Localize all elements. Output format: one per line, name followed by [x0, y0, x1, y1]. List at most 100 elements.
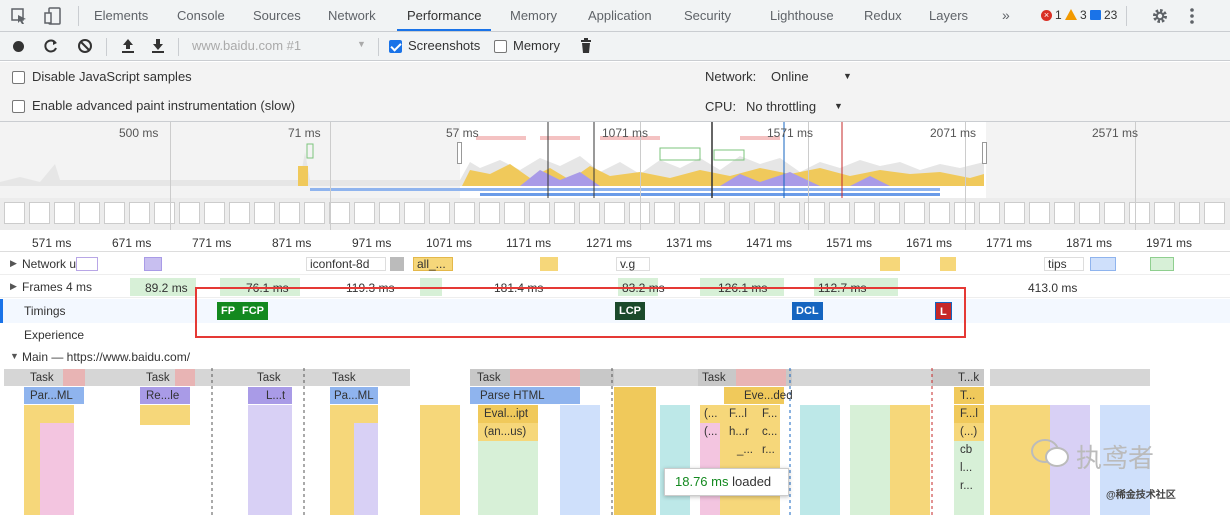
- flame-item[interactable]: T...: [956, 387, 975, 405]
- flame-item[interactable]: F...: [758, 405, 777, 423]
- screenshot-thumbnail[interactable]: [429, 202, 450, 224]
- flame-task[interactable]: Task: [328, 369, 356, 387]
- inspect-element-icon[interactable]: [10, 7, 28, 25]
- screenshot-thumbnail[interactable]: [1079, 202, 1100, 224]
- screenshot-thumbnail[interactable]: [179, 202, 200, 224]
- chevron-down-icon[interactable]: ▼: [843, 71, 852, 81]
- flame-anonymous[interactable]: (an...us): [480, 423, 526, 441]
- record-icon[interactable]: [13, 41, 24, 52]
- flame-item[interactable]: r...: [956, 477, 973, 495]
- tab-performance[interactable]: Performance: [397, 0, 492, 31]
- timeline-overview[interactable]: 500 ms 71 ms 57 ms 1071 ms 1571 ms 2071 …: [0, 122, 1230, 230]
- screenshot-thumbnail[interactable]: [854, 202, 875, 224]
- flame-item[interactable]: (...: [700, 423, 717, 441]
- flame-event[interactable]: Eve...ded: [740, 387, 793, 405]
- screenshot-thumbnail[interactable]: [129, 202, 150, 224]
- screenshot-thumbnail[interactable]: [604, 202, 625, 224]
- flame-layout[interactable]: L...t: [262, 387, 285, 405]
- tab-lighthouse[interactable]: Lighthouse: [770, 0, 834, 31]
- collapse-triangle-icon[interactable]: ▼: [10, 351, 19, 361]
- expand-triangle-icon[interactable]: ▶: [10, 281, 17, 292]
- screenshot-thumbnail[interactable]: [479, 202, 500, 224]
- screenshot-thumbnail[interactable]: [729, 202, 750, 224]
- screenshots-checkbox[interactable]: [389, 40, 402, 53]
- screenshot-thumbnail[interactable]: [1029, 202, 1050, 224]
- chevron-down-icon[interactable]: ▼: [834, 101, 843, 111]
- tab-application[interactable]: Application: [588, 0, 652, 31]
- screenshot-thumbnail[interactable]: [204, 202, 225, 224]
- screenshot-thumbnail[interactable]: [704, 202, 725, 224]
- screenshot-filmstrip[interactable]: [0, 200, 1230, 228]
- screenshot-thumbnail[interactable]: [229, 202, 250, 224]
- flame-task[interactable]: T...k: [954, 369, 979, 387]
- download-icon[interactable]: [151, 38, 165, 54]
- screenshot-thumbnail[interactable]: [754, 202, 775, 224]
- screenshot-thumbnail[interactable]: [1054, 202, 1075, 224]
- profile-select[interactable]: www.baidu.com #1: [192, 38, 301, 53]
- tab-layers[interactable]: Layers: [929, 0, 968, 31]
- settings-gear-icon[interactable]: [1151, 7, 1169, 25]
- flame-evaluate-script[interactable]: Eval...ipt: [480, 405, 528, 423]
- network-request-iconfont[interactable]: iconfont-8d: [310, 257, 369, 271]
- flame-item[interactable]: F...l: [725, 405, 747, 423]
- screenshot-thumbnail[interactable]: [679, 202, 700, 224]
- device-toggle-icon[interactable]: [44, 6, 62, 26]
- screenshot-thumbnail[interactable]: [304, 202, 325, 224]
- selection-right-handle[interactable]: [982, 142, 987, 164]
- network-request-all[interactable]: all_...: [417, 257, 446, 271]
- screenshot-thumbnail[interactable]: [579, 202, 600, 224]
- screenshot-thumbnail[interactable]: [504, 202, 525, 224]
- screenshot-thumbnail[interactable]: [29, 202, 50, 224]
- tab-memory[interactable]: Memory: [510, 0, 557, 31]
- frame-duration[interactable]: 89.2 ms: [145, 281, 188, 295]
- tab-sources[interactable]: Sources: [253, 0, 301, 31]
- tab-elements[interactable]: Elements: [94, 0, 148, 31]
- chevron-down-icon[interactable]: ▼: [357, 39, 366, 49]
- screenshot-thumbnail[interactable]: [1104, 202, 1125, 224]
- advanced-paint-checkbox[interactable]: [12, 100, 25, 113]
- warning-icon[interactable]: [1065, 9, 1077, 20]
- flame-parse-html[interactable]: Par...ML: [26, 387, 73, 405]
- flame-parse-html[interactable]: Pa...ML: [330, 387, 374, 405]
- screenshot-thumbnail[interactable]: [654, 202, 675, 224]
- flame-task[interactable]: Task: [698, 369, 726, 387]
- network-throttle-select[interactable]: Online: [771, 69, 809, 84]
- error-icon[interactable]: ×: [1041, 10, 1052, 21]
- reload-icon[interactable]: [43, 38, 59, 54]
- flame-task[interactable]: Task: [253, 369, 281, 387]
- more-options-icon[interactable]: [1190, 7, 1194, 25]
- flame-item[interactable]: l...: [956, 459, 972, 477]
- tab-network[interactable]: Network: [328, 0, 376, 31]
- screenshot-thumbnail[interactable]: [829, 202, 850, 224]
- screenshot-thumbnail[interactable]: [529, 202, 550, 224]
- screenshot-thumbnail[interactable]: [1004, 202, 1025, 224]
- flame-task[interactable]: Task: [26, 369, 54, 387]
- tab-console[interactable]: Console: [177, 0, 225, 31]
- network-request-vg[interactable]: v.g: [620, 257, 635, 271]
- cpu-throttle-select[interactable]: No throttling: [746, 99, 816, 114]
- flame-item[interactable]: r...: [758, 441, 775, 459]
- flame-item[interactable]: F...l: [956, 405, 978, 423]
- flame-task[interactable]: Task: [473, 369, 501, 387]
- network-request-tips[interactable]: tips: [1048, 257, 1067, 271]
- collect-garbage-icon[interactable]: [580, 38, 592, 54]
- screenshot-thumbnail[interactable]: [279, 202, 300, 224]
- flame-item[interactable]: _...: [733, 441, 753, 459]
- flame-recalc-style[interactable]: Re...le: [142, 387, 179, 405]
- screenshot-thumbnail[interactable]: [379, 202, 400, 224]
- screenshot-thumbnail[interactable]: [554, 202, 575, 224]
- expand-triangle-icon[interactable]: ▶: [10, 258, 17, 269]
- screenshot-thumbnail[interactable]: [54, 202, 75, 224]
- disable-js-samples-checkbox[interactable]: [12, 71, 25, 84]
- tab-security[interactable]: Security: [684, 0, 731, 31]
- screenshot-thumbnail[interactable]: [1129, 202, 1150, 224]
- memory-checkbox[interactable]: [494, 40, 507, 53]
- upload-icon[interactable]: [121, 38, 135, 54]
- screenshot-thumbnail[interactable]: [154, 202, 175, 224]
- flame-task[interactable]: Task: [142, 369, 170, 387]
- screenshot-thumbnail[interactable]: [104, 202, 125, 224]
- screenshot-thumbnail[interactable]: [1204, 202, 1225, 224]
- screenshot-thumbnail[interactable]: [904, 202, 925, 224]
- screenshot-thumbnail[interactable]: [79, 202, 100, 224]
- flame-item[interactable]: (...): [956, 423, 977, 441]
